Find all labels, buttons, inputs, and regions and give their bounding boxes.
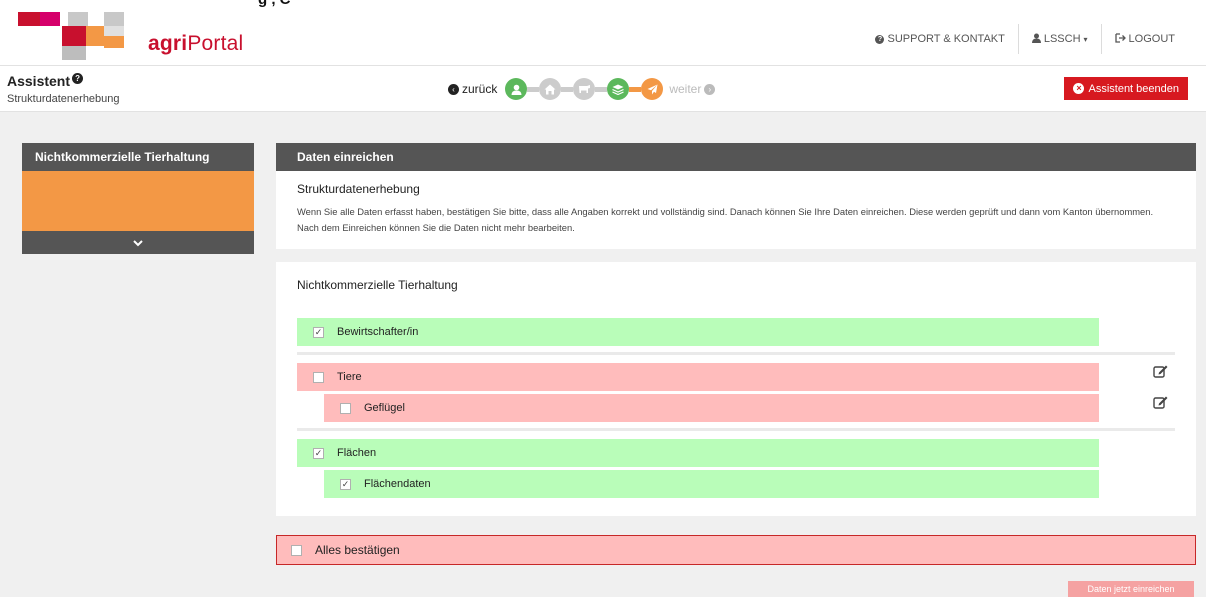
assistant-title-text: Assistent xyxy=(7,73,71,89)
wizard-stepper: ‹ zurück weiter › xyxy=(448,76,716,102)
checklist-item-tiere[interactable]: Tiere xyxy=(297,363,1099,391)
user-icon xyxy=(511,84,522,95)
forward-button[interactable]: weiter › xyxy=(669,82,716,96)
sidebar-panel: Nichtkommerzielle Tierhaltung xyxy=(22,143,254,254)
section-divider xyxy=(297,428,1175,431)
checklist-item-bewirtschafter[interactable]: ✓ Bewirtschafter/in xyxy=(297,318,1099,346)
submit-data-button[interactable]: Daten jetzt einreichen xyxy=(1068,581,1194,597)
step-user[interactable] xyxy=(505,78,528,100)
top-navigation: ? SUPPORT & KONTAKT LSSCH ▾ LOGOUT xyxy=(862,24,1188,54)
end-assistant-button[interactable]: × Assistent beenden xyxy=(1064,77,1188,100)
submit-card-header: Daten einreichen xyxy=(276,143,1196,171)
assistant-title: Assistent? xyxy=(7,73,84,89)
checklist-card: Nichtkommerzielle Tierhaltung ✓ Bewirtsc… xyxy=(276,262,1196,516)
logo-square xyxy=(18,12,40,26)
back-label: zurück xyxy=(462,82,498,96)
assistant-subtitle: Strukturdatenerhebung xyxy=(7,93,120,105)
checkbox-checked[interactable]: ✓ xyxy=(313,326,324,338)
checklist-item-gefluegel[interactable]: Geflügel xyxy=(324,394,1099,422)
support-contact-link[interactable]: ? SUPPORT & KONTAKT xyxy=(862,27,1017,51)
checkbox-unchecked[interactable] xyxy=(313,371,324,383)
checkbox-checked[interactable]: ✓ xyxy=(313,447,324,459)
logo-square xyxy=(86,26,104,46)
chevron-right-icon: › xyxy=(704,83,716,95)
end-assistant-label: Assistent beenden xyxy=(1088,82,1179,95)
close-circle-icon: × xyxy=(1073,83,1085,94)
edit-icon[interactable] xyxy=(1153,395,1169,409)
sidebar-title: Nichtkommerzielle Tierhaltung xyxy=(22,143,254,171)
checklist-title: Nichtkommerzielle Tierhaltung xyxy=(297,278,458,292)
paper-plane-icon xyxy=(647,84,658,94)
submit-card-text: Wenn Sie alle Daten erfasst haben, bestä… xyxy=(297,206,1154,233)
submit-info-card: Daten einreichen Strukturdatenerhebung W… xyxy=(276,143,1196,249)
support-contact-label: SUPPORT & KONTAKT xyxy=(887,33,1005,45)
back-button[interactable]: ‹ zurück xyxy=(448,82,497,96)
logo-wordmark: agriPortal xyxy=(148,32,243,56)
logo-wordmark-rest: Portal xyxy=(187,32,244,55)
confirm-all-label: Alles bestätigen xyxy=(315,543,400,557)
logo-square xyxy=(62,46,86,60)
logo-wordmark-bold: agri xyxy=(148,32,188,55)
step-connector xyxy=(629,86,642,92)
help-icon[interactable]: ? xyxy=(72,73,84,84)
confirm-all-row[interactable]: Alles bestätigen xyxy=(276,535,1196,565)
cow-icon xyxy=(578,85,590,93)
sidebar-expand-toggle[interactable] xyxy=(22,231,254,254)
step-connector xyxy=(595,86,608,92)
home-icon xyxy=(544,84,556,94)
user-icon xyxy=(1031,33,1041,46)
sign-out-icon xyxy=(1114,32,1126,46)
user-menu[interactable]: LSSCH ▾ xyxy=(1019,27,1101,52)
logo-square xyxy=(40,12,60,26)
checklist-item-flaechen[interactable]: ✓ Flächen xyxy=(297,439,1099,467)
checklist-item-label: Geflügel xyxy=(364,402,405,414)
forward-label: weiter xyxy=(669,82,702,96)
checklist-item-flaechendaten[interactable]: ✓ Flächendaten xyxy=(324,470,1099,498)
logo-square xyxy=(104,12,124,26)
checkbox-checked[interactable]: ✓ xyxy=(340,478,351,490)
chevron-left-icon: ‹ xyxy=(448,83,459,95)
logo-square xyxy=(104,26,124,36)
cropped-caption-text: g , C xyxy=(258,0,291,8)
step-areas[interactable] xyxy=(607,78,630,100)
logo-square xyxy=(62,26,86,46)
step-animals[interactable] xyxy=(573,78,596,100)
confirm-all-checkbox[interactable] xyxy=(291,544,302,556)
logo-square xyxy=(104,36,124,48)
app-header: agriPortal ? SUPPORT & KONTAKT LSSCH ▾ L… xyxy=(0,8,1206,66)
question-circle-icon: ? xyxy=(875,34,885,44)
submit-card-title: Strukturdatenerhebung xyxy=(297,182,420,196)
step-connector xyxy=(561,86,574,92)
agriportal-logo[interactable]: agriPortal xyxy=(18,12,248,66)
checklist-item-label: Flächendaten xyxy=(364,478,431,490)
checkbox-unchecked[interactable] xyxy=(340,402,351,414)
checklist-item-label: Tiere xyxy=(337,371,362,383)
checklist-item-label: Flächen xyxy=(337,447,377,459)
step-submit[interactable] xyxy=(641,78,664,100)
section-divider xyxy=(297,352,1175,355)
step-farm[interactable] xyxy=(539,78,562,100)
logout-link[interactable]: LOGOUT xyxy=(1102,27,1188,52)
step-connector xyxy=(527,86,540,92)
logo-square xyxy=(68,12,88,26)
cropped-caption-strip: g , C xyxy=(0,0,1206,8)
edit-icon[interactable] xyxy=(1153,364,1169,378)
chevron-down-icon xyxy=(133,240,143,247)
layers-icon xyxy=(612,84,625,95)
assistant-bar: Assistent? Strukturdatenerhebung ‹ zurüc… xyxy=(0,66,1206,112)
user-name-label: LSSCH xyxy=(1043,33,1081,45)
sidebar-progress-block xyxy=(22,171,254,231)
logout-label: LOGOUT xyxy=(1128,33,1175,45)
checklist-item-label: Bewirtschafter/in xyxy=(337,326,419,338)
caret-down-icon: ▾ xyxy=(1083,34,1088,44)
